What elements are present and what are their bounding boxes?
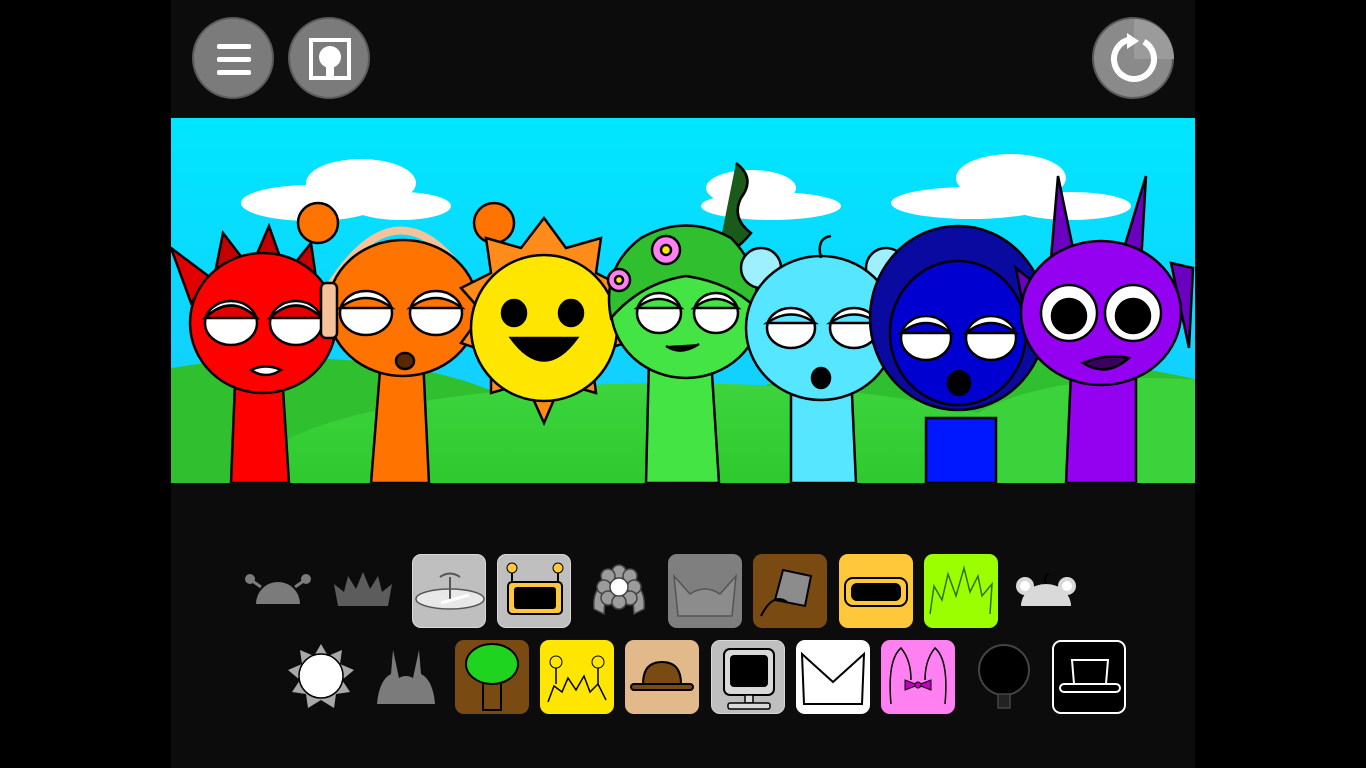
antenna-hat-icon xyxy=(245,574,311,604)
palette-slot-horns[interactable] xyxy=(369,640,443,714)
palette-slot-tree[interactable] xyxy=(455,640,529,714)
top-hat-icon xyxy=(1059,659,1121,693)
grass-hair-icon xyxy=(929,565,993,615)
bow-ears-icon xyxy=(889,646,947,705)
palette-slot-flower-dreads[interactable] xyxy=(582,554,656,628)
palette-slot-black-orb[interactable] xyxy=(967,640,1041,714)
cat-ears-icon xyxy=(673,573,737,617)
palette-slot-antenna-hat[interactable] xyxy=(241,554,315,628)
palette-slot-top-hat[interactable] xyxy=(1052,640,1126,714)
palette-slot-envelope[interactable] xyxy=(796,640,870,714)
hamburger-menu-icon xyxy=(217,44,251,75)
visor-icon xyxy=(844,577,908,607)
spiky-crown-icon xyxy=(334,572,392,606)
robot-screen-icon xyxy=(506,562,564,615)
palette-slot-computer-monitor[interactable] xyxy=(711,640,785,714)
palette-slot-grass-hair[interactable] xyxy=(924,554,998,628)
palette-slot-robot-screen[interactable] xyxy=(497,554,571,628)
flower-dreads-icon xyxy=(593,564,645,616)
palette-slot-bear-ears[interactable] xyxy=(1009,554,1083,628)
antenna-hair-icon xyxy=(547,655,607,703)
horns-icon xyxy=(377,650,435,704)
palette-slot-antenna-hair[interactable] xyxy=(540,640,614,714)
accessory-palette-row-2 xyxy=(171,640,1195,716)
bucket-hat-icon xyxy=(760,568,813,617)
computer-monitor-icon xyxy=(723,648,775,710)
tree-icon xyxy=(465,643,519,711)
reset-button[interactable] xyxy=(1092,17,1174,99)
reset-icon xyxy=(1111,19,1174,82)
palette-slot-cat-ears[interactable] xyxy=(668,554,742,628)
sun-rays-icon xyxy=(288,644,354,708)
palette-slot-visor[interactable] xyxy=(839,554,913,628)
accessory-palette-row-1 xyxy=(171,554,1195,630)
palette-slot-bowler-hat[interactable] xyxy=(625,640,699,714)
palette-slot-fan-hat[interactable] xyxy=(412,554,486,628)
menu-button[interactable] xyxy=(192,17,274,99)
character-select-button[interactable] xyxy=(288,17,370,99)
palette-slot-sun-rays[interactable] xyxy=(284,640,358,714)
fan-hat-icon xyxy=(415,572,485,610)
bowler-hat-icon xyxy=(630,660,694,691)
character-portrait-icon xyxy=(309,38,351,80)
character-scene xyxy=(171,118,1195,483)
palette-slot-bucket-hat[interactable] xyxy=(753,554,827,628)
palette-slot-spiky-crown[interactable] xyxy=(326,554,400,628)
black-orb-icon xyxy=(978,644,1030,709)
palette-slot-bow-ears[interactable] xyxy=(881,640,955,714)
bear-ears-icon xyxy=(1016,573,1076,606)
envelope-icon xyxy=(800,651,866,705)
